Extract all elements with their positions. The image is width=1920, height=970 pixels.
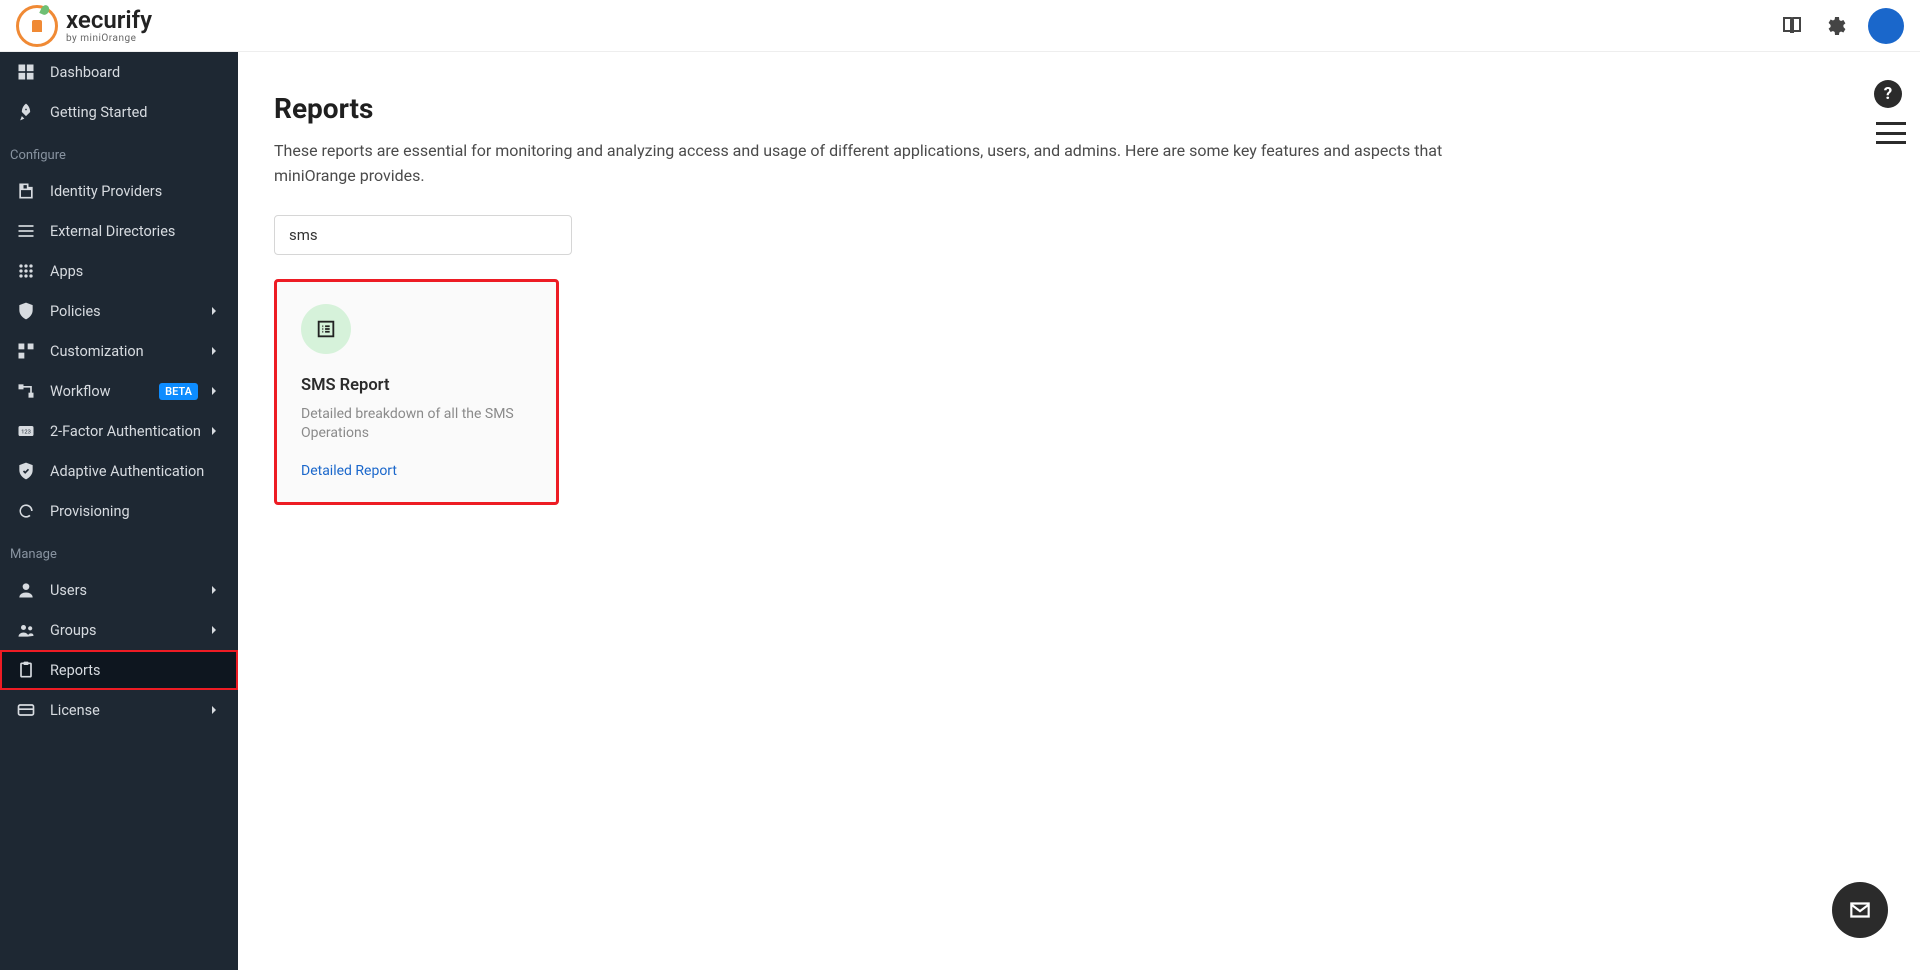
sidebar-section-manage: Manage — [0, 531, 238, 570]
sidebar-item-label: Workflow — [50, 383, 159, 400]
sidebar-item-adaptive-auth[interactable]: Adaptive Authentication — [0, 451, 238, 491]
report-card-desc: Detailed breakdown of all the SMS Operat… — [301, 405, 532, 444]
sidebar-item-apps[interactable]: Apps — [0, 251, 238, 291]
sidebar-item-users[interactable]: Users — [0, 570, 238, 610]
search-row — [274, 215, 1884, 255]
sidebar-item-label: Apps — [50, 263, 222, 280]
header-right — [1780, 8, 1904, 44]
sidebar-item-label: Groups — [50, 622, 206, 639]
rocket-icon — [16, 102, 36, 122]
beta-badge: BETA — [159, 383, 198, 400]
mail-icon — [1847, 897, 1873, 923]
chevron-right-icon — [206, 702, 222, 718]
main: Reports These reports are essential for … — [238, 52, 1920, 970]
sidebar-item-reports[interactable]: Reports — [0, 650, 238, 690]
sidebar-item-policies[interactable]: Policies — [0, 291, 238, 331]
sidebar-item-label: Getting Started — [50, 104, 222, 121]
book-icon[interactable] — [1780, 14, 1804, 38]
sidebar-item-dashboard[interactable]: Dashboard — [0, 52, 238, 92]
user-icon — [16, 580, 36, 600]
groups-icon — [16, 620, 36, 640]
logo-text: xecurify by miniOrange — [66, 7, 152, 44]
sidebar-item-label: Policies — [50, 303, 206, 320]
brand-sub: by miniOrange — [66, 33, 152, 44]
sidebar-item-label: Dashboard — [50, 64, 222, 81]
hamburger-icon[interactable] — [1876, 122, 1906, 144]
avatar[interactable] — [1868, 8, 1904, 44]
apps-icon — [16, 261, 36, 281]
report-card-icon — [301, 304, 351, 354]
sidebar-item-label: Customization — [50, 343, 206, 360]
sidebar-item-customization[interactable]: Customization — [0, 331, 238, 371]
brand-name: xecurify — [66, 7, 152, 33]
page-title: Reports — [274, 92, 1884, 125]
chevron-right-icon — [206, 582, 222, 598]
list-box-icon — [315, 318, 337, 340]
sidebar-item-label: Identity Providers — [50, 183, 222, 200]
search-input[interactable] — [274, 215, 572, 255]
chat-button[interactable] — [1832, 882, 1888, 938]
sidebar-item-2fa[interactable]: 123 2-Factor Authentication — [0, 411, 238, 451]
sidebar-item-provisioning[interactable]: Provisioning — [0, 491, 238, 531]
workflow-icon — [16, 381, 36, 401]
chevron-right-icon — [206, 383, 222, 399]
report-card-sms[interactable]: SMS Report Detailed breakdown of all the… — [274, 279, 559, 505]
logo-icon — [16, 5, 58, 47]
gear-icon[interactable] — [1824, 14, 1848, 38]
chevron-right-icon — [206, 343, 222, 359]
sidebar-item-license[interactable]: License — [0, 690, 238, 730]
sync-icon — [16, 501, 36, 521]
twofa-icon: 123 — [16, 421, 36, 441]
clipboard-icon — [16, 660, 36, 680]
sidebar: Dashboard Getting Started Configure Iden… — [0, 52, 238, 970]
sidebar-item-external-directories[interactable]: External Directories — [0, 211, 238, 251]
sidebar-item-getting-started[interactable]: Getting Started — [0, 92, 238, 132]
sidebar-item-label: External Directories — [50, 223, 222, 240]
sidebar-item-label: 2-Factor Authentication — [50, 423, 206, 440]
sidebar-item-label: Provisioning — [50, 503, 222, 520]
report-card-title: SMS Report — [301, 376, 532, 395]
svg-text:123: 123 — [21, 430, 31, 436]
idp-icon — [16, 181, 36, 201]
sidebar-item-label: Adaptive Authentication — [50, 463, 222, 480]
list-icon — [16, 221, 36, 241]
sidebar-item-identity-providers[interactable]: Identity Providers — [0, 171, 238, 211]
sidebar-item-workflow[interactable]: Workflow BETA — [0, 371, 238, 411]
sidebar-item-label: License — [50, 702, 206, 719]
dashboard-icon — [16, 62, 36, 82]
shield-icon — [16, 301, 36, 321]
sidebar-section-configure: Configure — [0, 132, 238, 171]
chevron-right-icon — [206, 303, 222, 319]
sidebar-item-groups[interactable]: Groups — [0, 610, 238, 650]
logo[interactable]: xecurify by miniOrange — [16, 5, 152, 47]
verified-icon — [16, 461, 36, 481]
chevron-right-icon — [206, 423, 222, 439]
header: xecurify by miniOrange — [0, 0, 1920, 52]
sidebar-item-label: Reports — [50, 662, 222, 679]
help-button[interactable]: ? — [1874, 80, 1902, 108]
report-card-link[interactable]: Detailed Report — [301, 463, 397, 479]
license-icon — [16, 700, 36, 720]
chevron-right-icon — [206, 622, 222, 638]
page-description: These reports are essential for monitori… — [274, 139, 1474, 189]
customization-icon — [16, 341, 36, 361]
sidebar-item-label: Users — [50, 582, 206, 599]
